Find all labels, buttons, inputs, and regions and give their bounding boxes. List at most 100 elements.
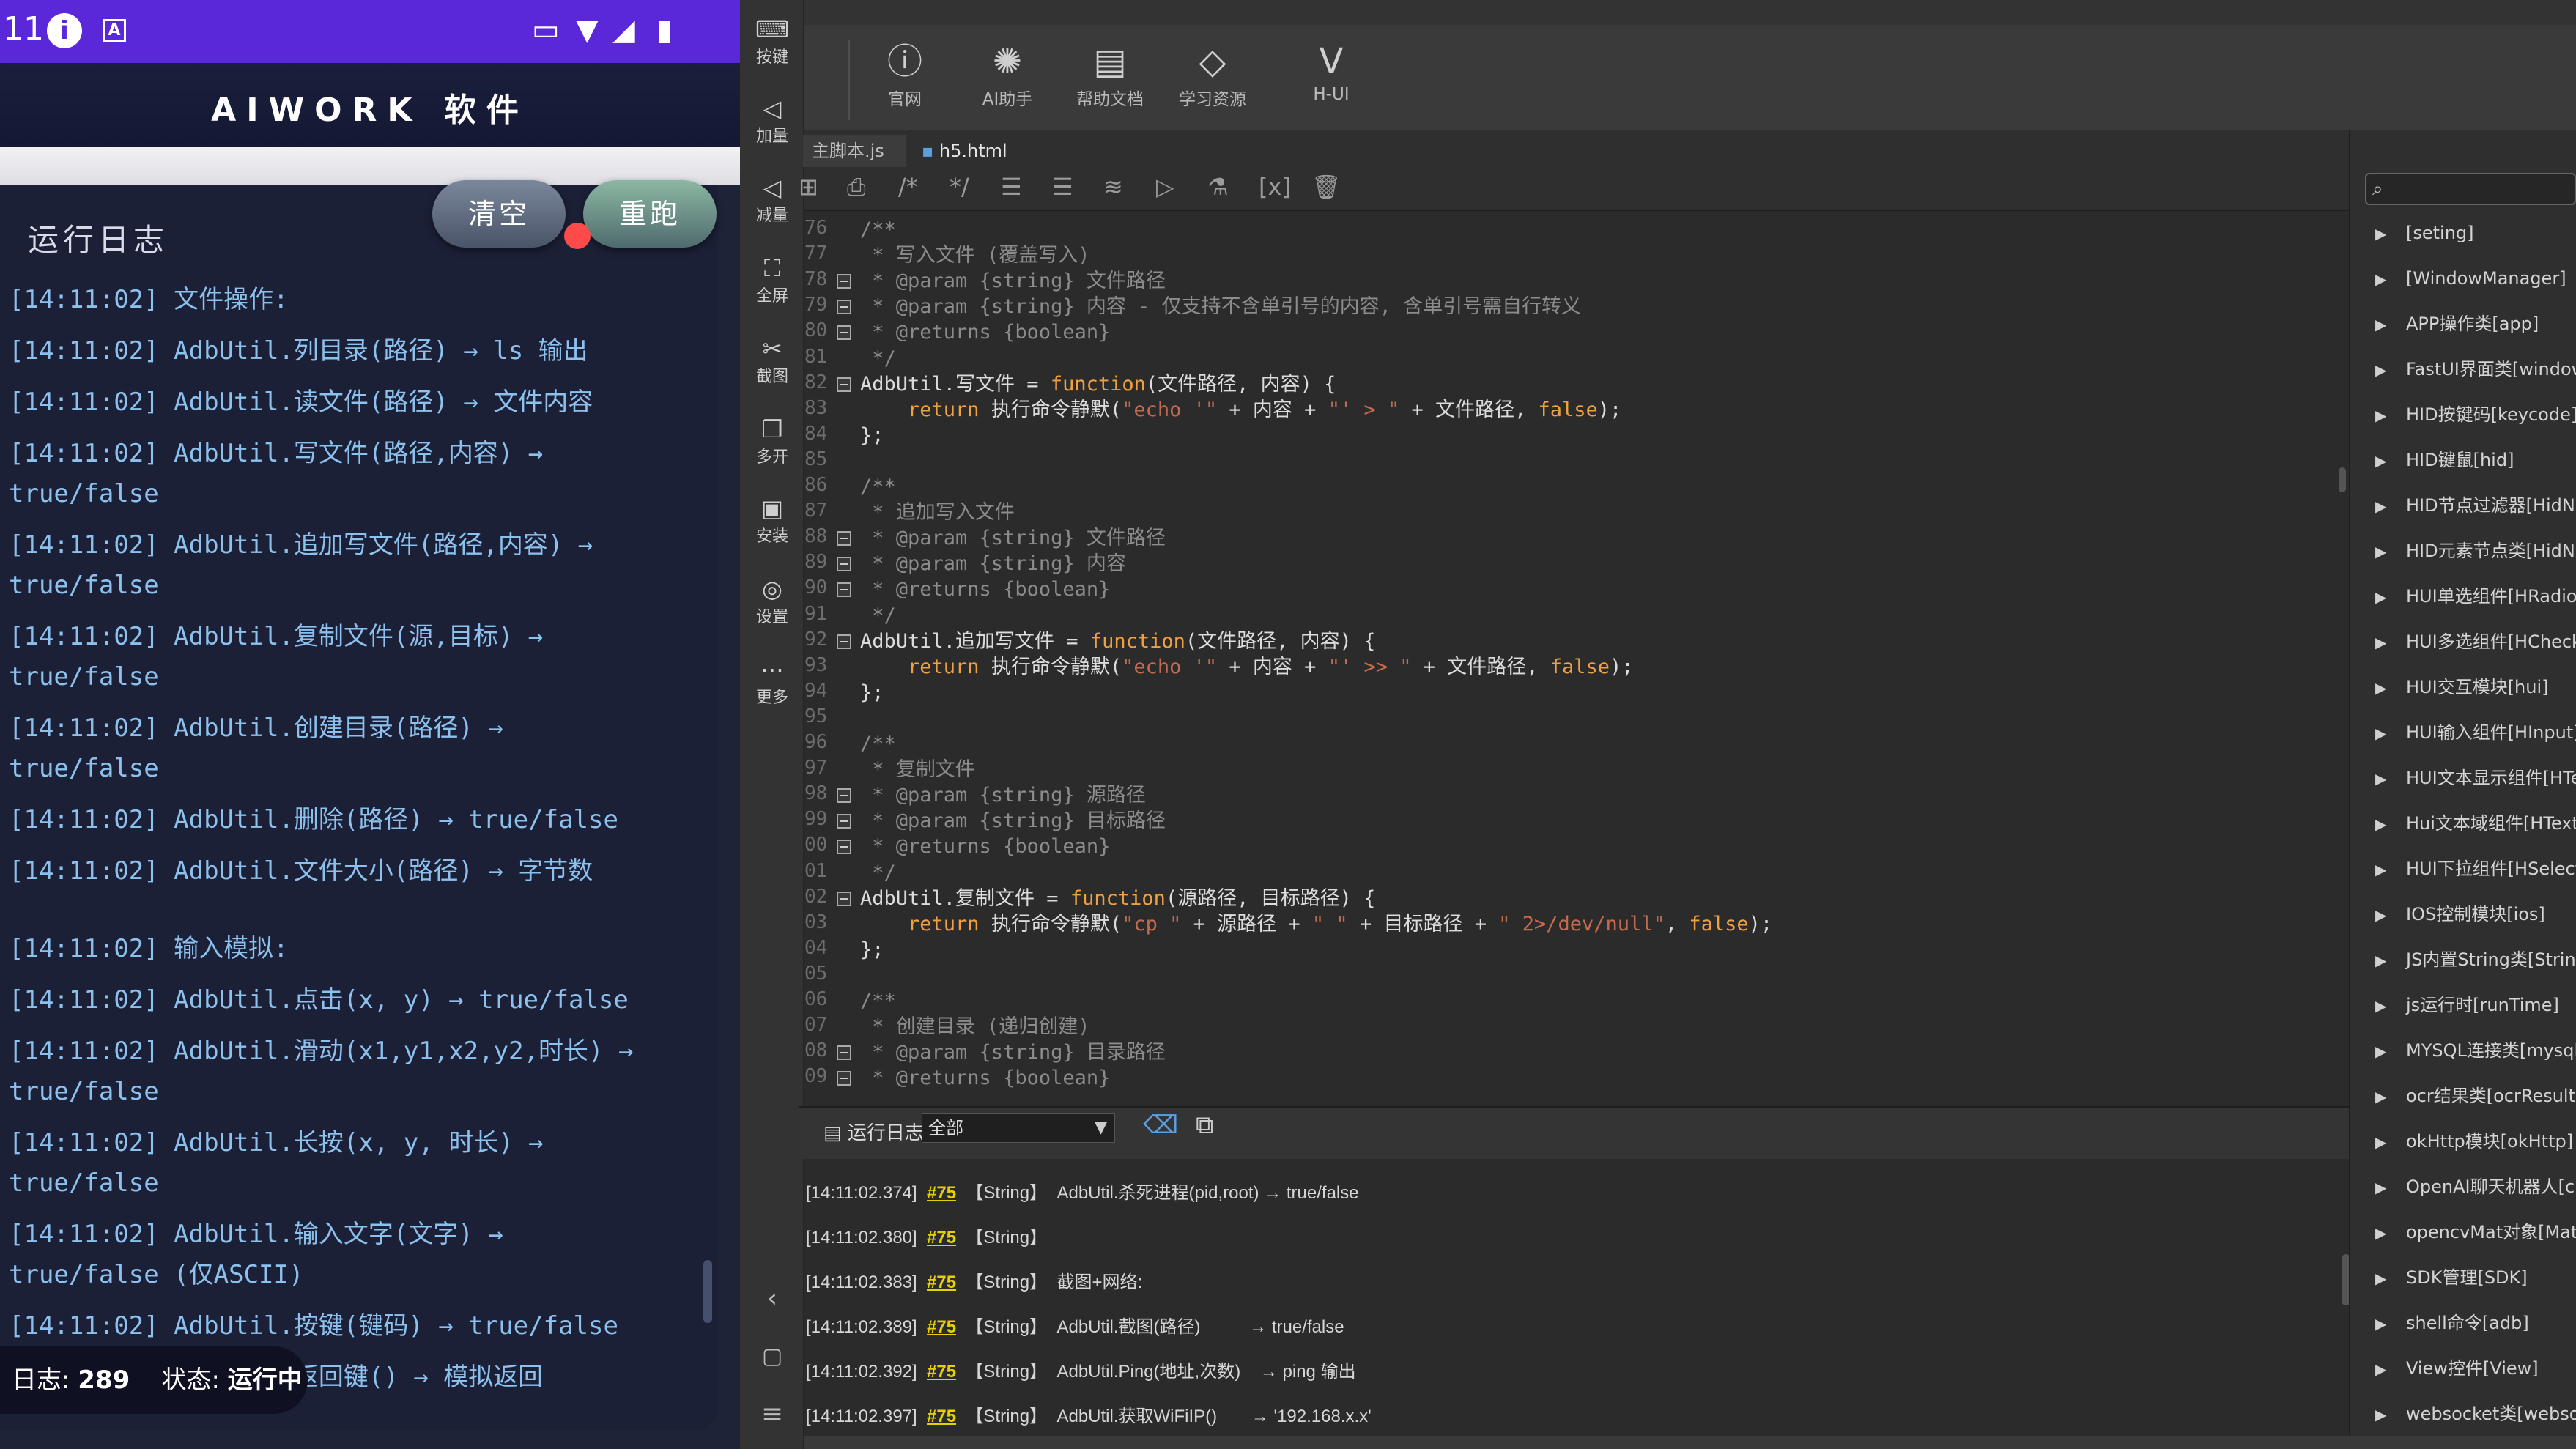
delete-icon[interactable]: 🗑 <box>1311 173 1341 201</box>
expand-triangle-icon[interactable]: ▶ <box>2375 809 2406 838</box>
fold-toggle[interactable] <box>837 891 851 906</box>
expand-triangle-icon[interactable]: ▶ <box>2375 355 2406 384</box>
expand-triangle-icon[interactable]: ▶ <box>2375 900 2406 929</box>
api-tree-item[interactable]: ▶ APP操作类[app] <box>2375 309 2576 338</box>
expand-triangle-icon[interactable]: ▶ <box>2375 673 2406 702</box>
expand-triangle-icon[interactable]: ▶ <box>2375 1082 2406 1111</box>
api-tree-item[interactable]: ▶ [seting] <box>2375 218 2576 248</box>
uncomment-icon[interactable]: */ <box>950 173 969 201</box>
api-tree-item[interactable]: ▶ HUI下拉组件[HSelect] <box>2375 854 2576 883</box>
console-filter-select[interactable]: 全部 ▼ <box>922 1113 1115 1143</box>
tool-settings[interactable]: ◎ 设置 <box>740 574 804 627</box>
api-tree-item[interactable]: ▶HUI文本显示组件[HText] <box>2375 763 2576 793</box>
api-tree-item[interactable]: ▶ js运行时[runTime] <box>2375 990 2576 1020</box>
api-tree-item[interactable]: ▶HID元素节点类[HidNode] <box>2375 536 2576 566</box>
api-tree-item[interactable]: ▶ JS内置String类[String] <box>2375 945 2576 974</box>
api-tree-item[interactable]: ▶ View控件[View] <box>2375 1354 2576 1383</box>
entry-ref[interactable]: #75 <box>927 1362 956 1382</box>
tool-more[interactable]: ⋯ 更多 <box>740 655 804 708</box>
fold-toggle[interactable] <box>837 274 851 289</box>
tab-main-script[interactable]: 主脚本.js × <box>803 135 906 193</box>
tool-volume-up[interactable]: ◁ 加量 <box>740 94 804 147</box>
rerun-button[interactable]: 重跑 <box>583 180 717 248</box>
hui-button[interactable]: V H-UI <box>1280 38 1383 104</box>
code-editor[interactable]: /** * 写入文件 (覆盖写入) * @param {string} 文件路径… <box>860 211 2340 1102</box>
comment-icon[interactable]: /* <box>898 173 918 201</box>
tool-install[interactable]: ▣ 安装 <box>740 494 804 546</box>
api-tree-item[interactable]: ▶ MYSQL连接类[mysql] <box>2375 1036 2576 1065</box>
expand-triangle-icon[interactable]: ▶ <box>2375 1264 2406 1292</box>
fold-toggle[interactable] <box>837 840 851 855</box>
recent-nav-icon[interactable]: ≡ <box>740 1399 804 1429</box>
api-search-input[interactable]: ⌕ <box>2365 173 2576 205</box>
api-tree-item[interactable]: ▶ ocr结果类[ocrResult] <box>2375 1081 2576 1111</box>
tool-keys[interactable]: ⌨ 按键 <box>740 15 804 67</box>
expand-triangle-icon[interactable]: ▶ <box>2375 1037 2406 1065</box>
api-tree-item[interactable]: ▶ SDK管理[SDK] <box>2375 1263 2576 1292</box>
api-tree-item[interactable]: ▶ HUI输入组件[HInput] <box>2375 718 2576 747</box>
popout-icon[interactable]: ⧉ <box>1196 1111 1213 1140</box>
entry-ref[interactable]: #75 <box>927 1183 956 1203</box>
expand-triangle-icon[interactable]: ▶ <box>2375 310 2406 338</box>
entry-ref[interactable]: #75 <box>927 1407 956 1426</box>
editor-scrollbar-track[interactable] <box>2337 211 2347 1102</box>
clear-console-icon[interactable]: ⌫ <box>1143 1111 1178 1140</box>
home-nav-icon[interactable]: ▢ <box>740 1344 804 1369</box>
fold-toggle[interactable] <box>837 325 851 341</box>
expand-triangle-icon[interactable]: ▶ <box>2375 219 2406 248</box>
expand-triangle-icon[interactable]: ▶ <box>2375 719 2406 747</box>
expand-triangle-icon[interactable]: ▶ <box>2375 1354 2406 1383</box>
expand-triangle-icon[interactable]: ▶ <box>2375 492 2406 520</box>
expand-triangle-icon[interactable]: ▶ <box>2375 401 2406 429</box>
expand-triangle-icon[interactable]: ▶ <box>2375 446 2406 475</box>
entry-ref[interactable]: #75 <box>927 1272 956 1292</box>
fold-toggle[interactable] <box>837 582 851 598</box>
tool-volume-down[interactable]: ◁ 减量 <box>740 173 804 226</box>
outdent-icon[interactable]: ☰ <box>1001 173 1022 201</box>
back-nav-icon[interactable]: ‹ <box>740 1283 804 1313</box>
print-icon[interactable]: ⎙ <box>847 173 866 201</box>
expand-triangle-icon[interactable]: ▶ <box>2375 855 2406 883</box>
api-tree-item[interactable]: ▶ HUI交互模块[hui] <box>2375 672 2576 702</box>
expand-triangle-icon[interactable]: ▶ <box>2375 946 2406 974</box>
tool-screenshot[interactable]: ✂ 截图 <box>740 334 804 387</box>
api-tree-item[interactable]: ▶ HID键鼠[hid] <box>2375 445 2576 475</box>
indent-icon[interactable]: ☰ <box>1052 173 1073 201</box>
expand-triangle-icon[interactable]: ▶ <box>2375 264 2406 293</box>
api-tree-item[interactable]: ▶ IOS控制模块[ios] <box>2375 900 2576 929</box>
flask-icon[interactable]: ⚗ <box>1207 173 1229 201</box>
tool-fullscreen[interactable]: ⛶ 全屏 <box>740 253 804 306</box>
api-tree-item[interactable]: ▶ okHttp模块[okHttp] <box>2375 1127 2576 1156</box>
expand-triangle-icon[interactable]: ▶ <box>2375 991 2406 1020</box>
variable-icon[interactable]: [x] <box>1259 173 1291 201</box>
api-tree-item[interactable]: ▶ HID按键码[keycode] <box>2375 400 2576 429</box>
fold-toggle[interactable] <box>837 557 851 572</box>
expand-triangle-icon[interactable]: ▶ <box>2375 1309 2406 1338</box>
help-docs-button[interactable]: ▤ 帮助文档 <box>1059 38 1161 110</box>
fold-toggle[interactable] <box>837 377 851 392</box>
api-tree-item[interactable]: ▶ HUI单选组件[HRadio] <box>2375 582 2576 611</box>
add-icon[interactable]: ⊞ <box>799 173 818 201</box>
api-tree-item[interactable]: ▶ shell命令[adb] <box>2375 1308 2576 1338</box>
fold-toggle[interactable] <box>837 1071 851 1086</box>
expand-triangle-icon[interactable]: ▶ <box>2375 582 2406 611</box>
clear-button[interactable]: 清空 <box>432 180 566 248</box>
ai-assistant-button[interactable]: ✺ AI助手 <box>956 38 1059 110</box>
api-tree-item[interactable]: ▶HID节点过滤器[HidNode] <box>2375 491 2576 520</box>
api-tree-item[interactable]: ▶HUI多选组件[HCheckbox] <box>2375 627 2576 656</box>
fold-toggle[interactable] <box>837 634 851 649</box>
expand-triangle-icon[interactable]: ▶ <box>2375 1127 2406 1156</box>
log-scrollbar[interactable] <box>703 1260 712 1323</box>
entry-ref[interactable]: #75 <box>927 1317 956 1337</box>
api-tree-item[interactable]: ▶websocket类[websocket] <box>2375 1399 2576 1428</box>
tool-multi[interactable]: ❐ 多开 <box>740 415 804 467</box>
expand-triangle-icon[interactable]: ▶ <box>2375 1218 2406 1247</box>
api-tree-item[interactable]: ▶ [WindowManager] <box>2375 264 2576 293</box>
entry-ref[interactable]: #75 <box>927 1228 956 1248</box>
tab-h5-html[interactable]: ▪ h5.html × <box>913 135 1030 193</box>
fold-toggle[interactable] <box>837 1045 851 1061</box>
expand-triangle-icon[interactable]: ▶ <box>2375 764 2406 793</box>
fold-toggle[interactable] <box>837 300 851 315</box>
learning-button[interactable]: ◇ 学习资源 <box>1161 38 1264 110</box>
api-tree-item[interactable]: ▶Hui文本域组件[HTextarea] <box>2375 809 2576 838</box>
